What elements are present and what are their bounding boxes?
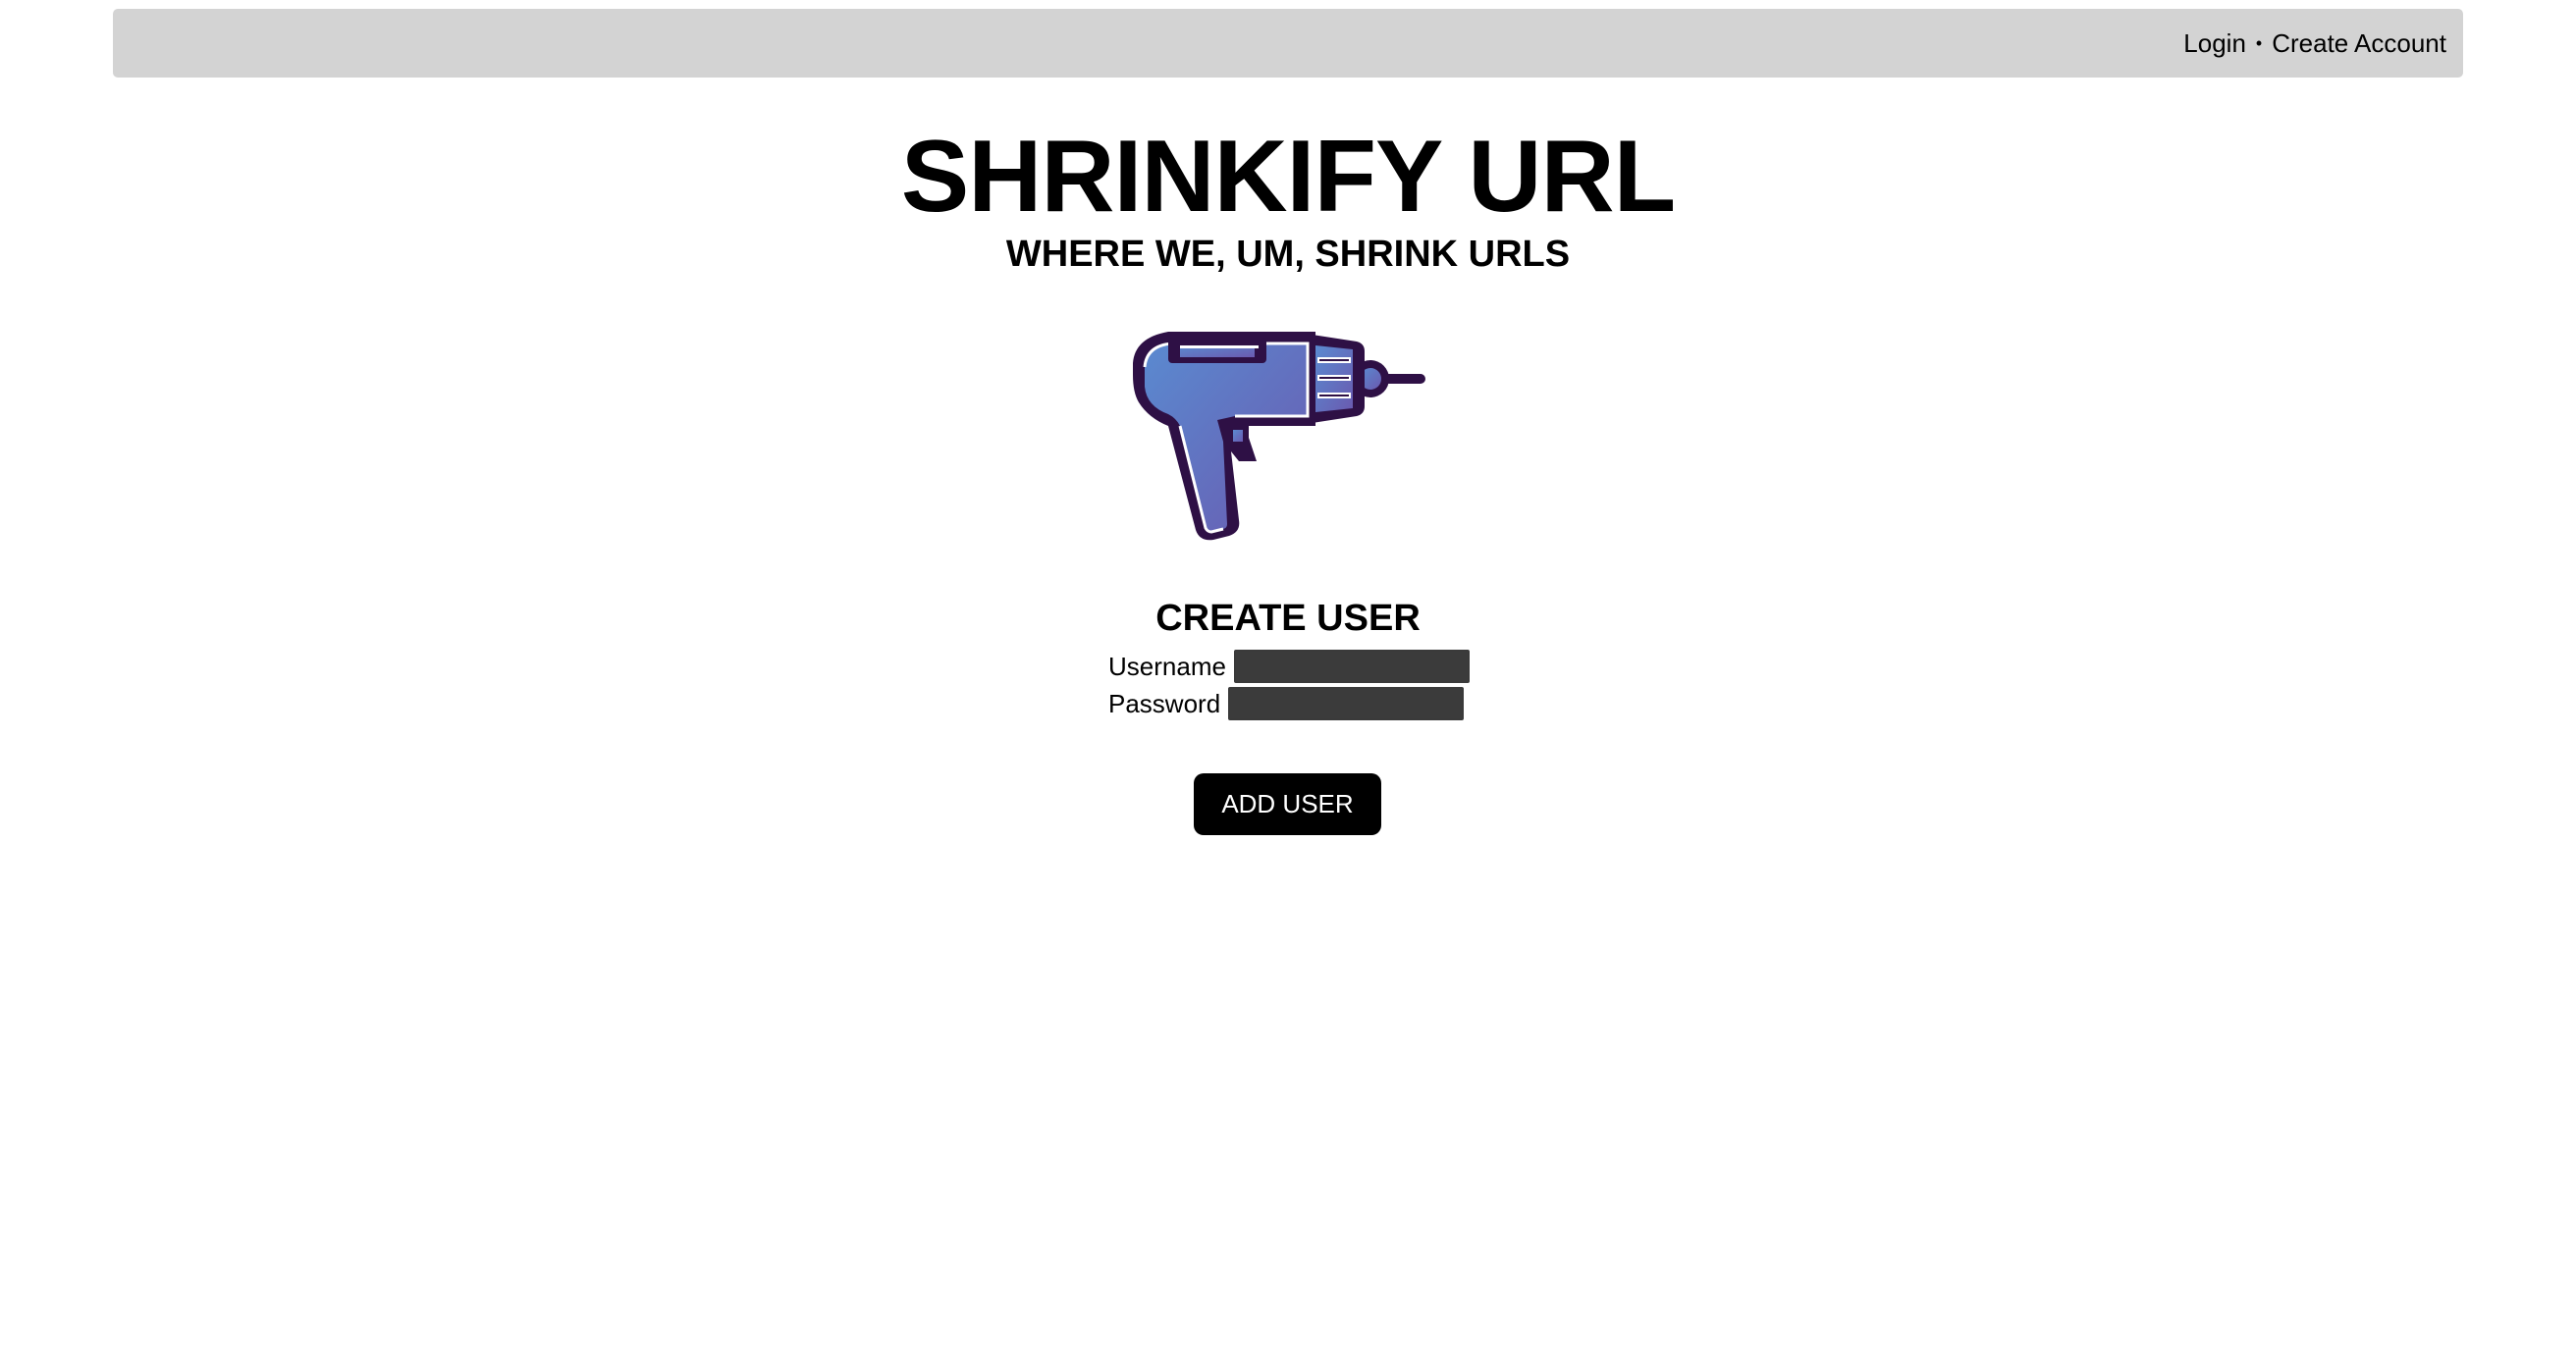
username-label: Username [1108,651,1226,681]
create-account-link[interactable]: Create Account [2272,28,2446,59]
nav-links: Login • Create Account [2183,9,2446,78]
password-row: Password [1108,686,1465,721]
nav-separator: • [2255,32,2263,53]
create-user-heading: CREATE USER [1155,598,1421,639]
password-input[interactable] [1228,687,1465,720]
page-title: SHRINKIFY URL [900,120,1676,234]
drill-icon [1133,332,1425,541]
page-subtitle: WHERE WE, UM, SHRINK URLS [1005,234,1571,275]
username-input[interactable] [1233,650,1470,683]
username-row: Username [1108,649,1470,684]
password-label: Password [1108,688,1221,718]
login-link[interactable]: Login [2183,28,2246,59]
add-user-button[interactable]: ADD USER [1194,773,1381,835]
top-nav-bar: Login • Create Account [113,9,2463,78]
